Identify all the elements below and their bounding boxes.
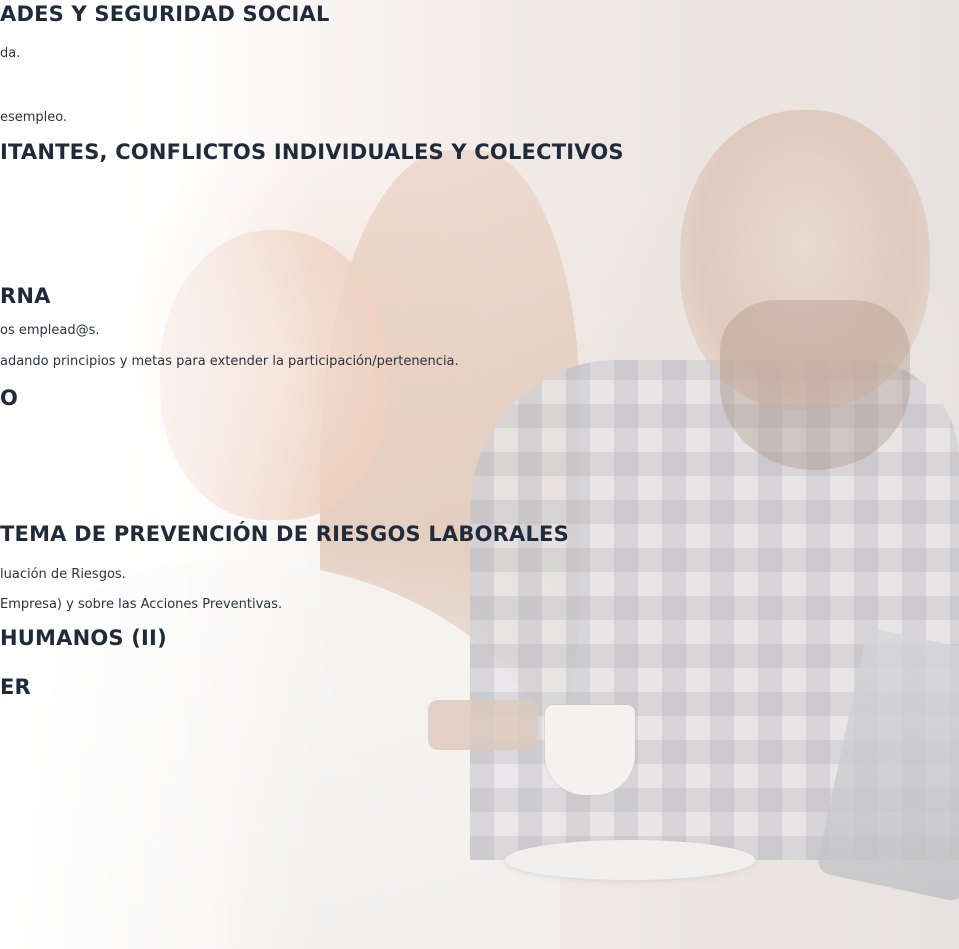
photo-saucer [505, 840, 755, 880]
photo-watch [428, 700, 538, 750]
body-line-1: da. [0, 46, 21, 61]
body-line-5: luación de Riesgos. [0, 567, 126, 582]
section-heading-rna: RNA [0, 284, 51, 308]
body-line-3: os emplead@s. [0, 323, 100, 338]
photo-cup [545, 705, 635, 795]
body-line-6: Empresa) y sobre las Acciones Preventiva… [0, 597, 283, 612]
body-line-4: adando principios y metas para extender … [0, 354, 459, 369]
body-line-2: esempleo. [0, 110, 68, 125]
section-heading-o: O [0, 386, 19, 410]
section-heading-er: ER [0, 675, 31, 699]
section-heading-prevencion-riesgos: TEMA DE PREVENCIÓN DE RIESGOS LABORALES [0, 522, 569, 546]
section-heading-seguridad-social: ADES Y SEGURIDAD SOCIAL [0, 2, 330, 26]
section-heading-humanos: HUMANOS (II) [0, 626, 167, 650]
section-heading-conflictos: ITANTES, CONFLICTOS INDIVIDUALES Y COLEC… [0, 140, 624, 164]
photo-man-beard [720, 300, 910, 470]
